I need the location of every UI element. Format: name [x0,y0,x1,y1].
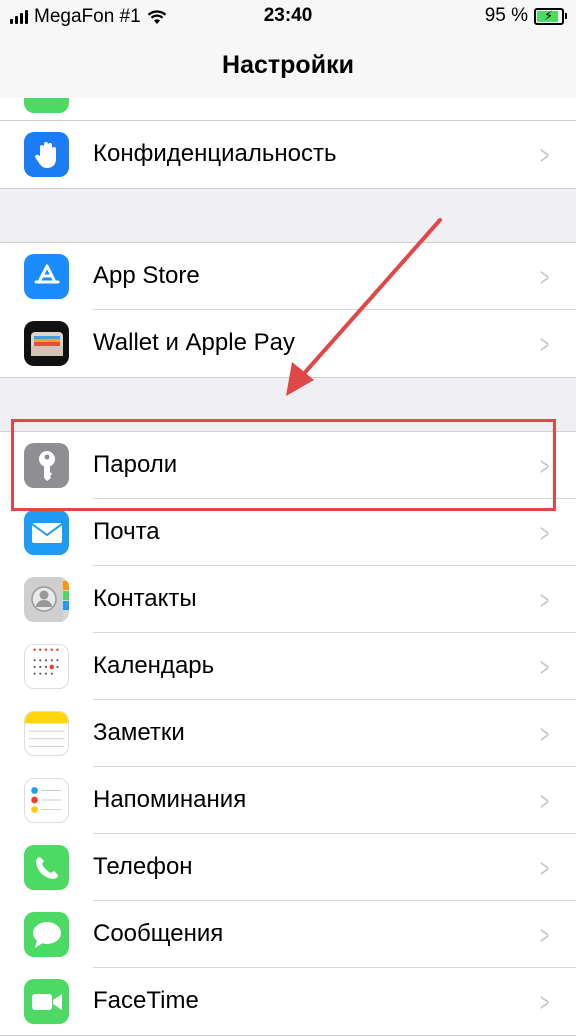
partial-list-item[interactable] [0,98,576,120]
row-label: Сообщения [93,920,224,947]
contacts-icon [24,577,69,622]
highlight-box [11,419,556,511]
settings-row-phone[interactable]: Телефон > [0,834,576,901]
chevron-right-icon: > [539,719,549,749]
battery-icon: ⚡ [534,7,567,25]
chevron-right-icon: > [539,140,549,170]
calendar-icon [24,644,69,689]
green-app-icon [24,98,69,113]
messages-icon [24,912,69,957]
chevron-right-icon: > [539,585,549,615]
chevron-right-icon: > [539,518,549,548]
status-right: 95 % ⚡ [484,5,567,27]
chevron-right-icon: > [539,853,549,883]
settings-row-wallet[interactable]: Wallet и Apple Pay > [0,310,576,377]
navigation-bar: Настройки [0,34,576,99]
page-title: Настройки [222,51,354,79]
settings-row-privacy[interactable]: Конфиденциальность > [0,121,576,188]
row-label: Wallet и Apple Pay [93,329,295,356]
settings-row-calendar[interactable]: Календарь > [0,633,576,700]
facetime-icon [24,979,69,1024]
row-label: FaceTime [93,987,199,1014]
store-group: App Store > Wallet и Apple Pay > [0,242,576,378]
row-label: Контакты [93,585,197,612]
privacy-group: Конфиденциальность > [0,120,576,189]
battery-percent: 95 % [484,5,528,26]
reminders-icon [24,778,69,823]
settings-row-app-store[interactable]: App Store > [0,243,576,310]
chevron-right-icon: > [539,786,549,816]
row-label: App Store [93,262,200,289]
chevron-right-icon: > [539,987,549,1017]
row-label: Конфиденциальность [93,140,337,167]
chevron-right-icon: > [539,920,549,950]
mail-icon [24,510,69,555]
settings-row-reminders[interactable]: Напоминания > [0,767,576,834]
settings-row-contacts[interactable]: Контакты > [0,566,576,633]
chevron-right-icon: > [539,262,549,292]
row-label: Напоминания [93,786,247,813]
app-store-icon [24,254,69,299]
apps-group: Пароли > Почта > Контакты > Календарь > … [0,431,576,1036]
row-label: Заметки [93,719,185,746]
chevron-right-icon: > [539,652,549,682]
settings-row-messages[interactable]: Сообщения > [0,901,576,968]
row-label: Календарь [93,652,215,679]
chevron-right-icon: > [539,329,549,359]
phone-icon [24,845,69,890]
row-label: Почта [93,518,160,545]
notes-icon [24,711,69,756]
settings-row-facetime[interactable]: FaceTime > [0,968,576,1035]
hand-icon [24,132,69,177]
status-bar: MegaFon #1 23:40 95 % ⚡ [0,0,576,34]
settings-row-notes[interactable]: Заметки > [0,700,576,767]
row-label: Телефон [93,853,193,880]
wallet-icon [24,321,69,366]
